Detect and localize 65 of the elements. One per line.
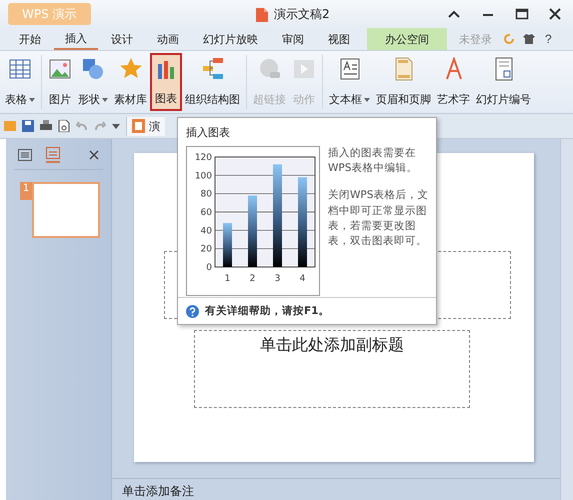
ribbon-button[interactable]: 表格 <box>2 53 38 111</box>
presentation-icon <box>132 119 145 133</box>
axis-tick-label: 2 <box>250 274 256 284</box>
ribbon-button[interactable]: 素材库 <box>111 53 150 111</box>
ribbon-button[interactable]: 文本框 <box>326 53 373 111</box>
caret-icon <box>364 98 370 102</box>
document-tab[interactable]: 演 <box>126 116 165 136</box>
axis-tick-label: 120 <box>194 153 212 163</box>
axis-tick-label: 0 <box>206 263 212 273</box>
caret-icon[interactable] <box>112 124 120 128</box>
shapes-icon <box>81 57 105 81</box>
org-chart-icon <box>200 57 224 81</box>
play-icon <box>292 57 316 81</box>
tooltip-title: 插入图表 <box>185 125 231 140</box>
subtitle-placeholder[interactable]: 单击此处添加副标题 <box>194 330 470 408</box>
close-icon[interactable] <box>89 150 99 160</box>
menu-tab[interactable]: 办公空间 <box>367 28 447 50</box>
picture-icon <box>48 57 72 81</box>
menu-tab[interactable]: 设计 <box>100 28 144 50</box>
document-icon <box>255 6 269 22</box>
slide-thumbnail[interactable] <box>32 182 100 238</box>
maximize-icon[interactable] <box>515 8 529 20</box>
notes-field[interactable]: 单击添加备注 <box>112 478 560 500</box>
ribbon-button[interactable]: 幻灯片编号 <box>473 53 534 111</box>
text-box-icon <box>338 57 362 81</box>
menu-tab[interactable]: 视图 <box>317 28 361 50</box>
ribbon-button[interactable]: 组织结构图 <box>182 53 243 111</box>
axis-tick-label: 60 <box>200 208 212 218</box>
print-icon[interactable] <box>40 120 52 132</box>
caret-icon <box>29 98 35 102</box>
menu-tab[interactable]: 动画 <box>146 28 190 50</box>
preview-icon[interactable] <box>58 120 70 132</box>
help-hint: 有关详细帮助，请按F1。 <box>205 304 330 318</box>
window-title: 演示文稿2 <box>274 6 330 23</box>
table-icon <box>8 57 32 81</box>
ribbon-button[interactable]: 图表 <box>150 53 182 111</box>
axis-tick-label: 80 <box>200 190 212 200</box>
menu-tab[interactable]: 审阅 <box>271 28 315 50</box>
tooltip-description: 插入的图表需要在WPS表格中编辑。 <box>328 146 418 176</box>
shirt-icon[interactable] <box>523 33 535 45</box>
axis-tick-label: 3 <box>274 274 280 284</box>
menu-tab[interactable]: 开始 <box>8 28 52 50</box>
scrollbar[interactable] <box>560 139 573 500</box>
chart-bar <box>248 196 257 267</box>
slide-number: 1 <box>20 182 32 200</box>
ribbon-button[interactable]: 形状 <box>75 53 111 111</box>
document-tab-label: 演 <box>149 118 160 134</box>
axis-tick-label: 1 <box>224 274 230 284</box>
ribbon-button[interactable]: 图片 <box>45 53 75 111</box>
ribbon-button[interactable]: 艺术字 <box>434 53 473 111</box>
menu-tab[interactable]: 幻灯片放映 <box>192 28 269 50</box>
axis-tick-label: 20 <box>200 244 212 255</box>
outline-icon[interactable] <box>18 149 32 161</box>
help-button[interactable]: ? <box>540 28 557 50</box>
caret-icon <box>102 98 108 102</box>
help-icon <box>186 304 199 318</box>
tooltip-description: 关闭WPS表格后，文档中即可正常显示图表，若需要更改图表，双击图表即可。 <box>328 188 430 250</box>
save-icon[interactable] <box>22 120 34 132</box>
ribbon-button[interactable]: 页眉和页脚 <box>373 53 434 111</box>
chart-bar <box>223 223 232 267</box>
collapse-icon[interactable] <box>447 9 461 19</box>
close-icon[interactable] <box>549 8 561 20</box>
axis-tick-label: 4 <box>300 274 306 284</box>
axis-tick-label: 40 <box>200 226 212 236</box>
axis-tick-label: 100 <box>194 171 212 182</box>
